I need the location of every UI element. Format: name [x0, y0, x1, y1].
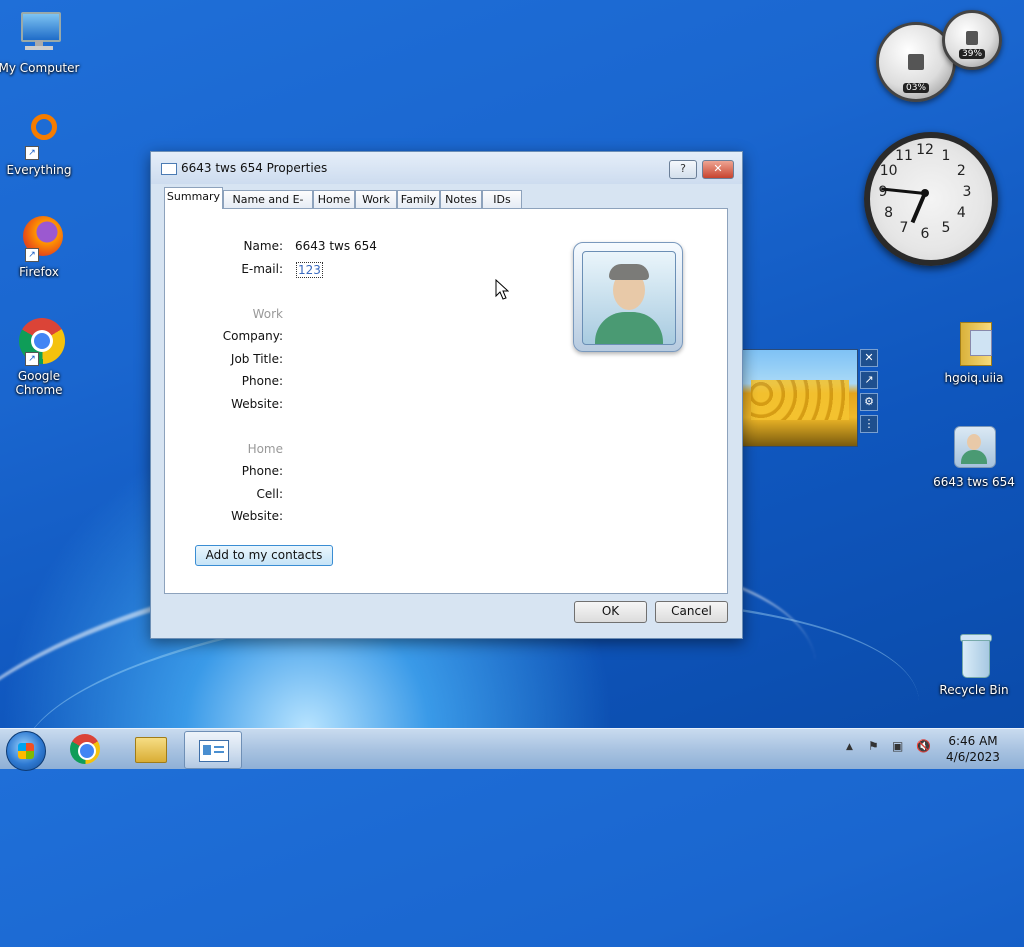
- home-phone-label: Phone:: [241, 464, 283, 478]
- memory-chip-icon: [966, 31, 978, 45]
- cpu-percent: 03%: [902, 83, 930, 93]
- taskbar-explorer[interactable]: [122, 731, 178, 767]
- desktop-icon-label: hgoiq.uiia: [944, 371, 1004, 385]
- desktop-icon-label: My Computer: [0, 61, 80, 75]
- tray-date: 4/6/2023: [946, 750, 1000, 764]
- cancel-button[interactable]: Cancel: [655, 601, 728, 623]
- dialog-title: 6643 tws 654 Properties: [181, 161, 328, 175]
- tab-ids[interactable]: IDs: [482, 190, 522, 209]
- cell-label: Cell:: [256, 487, 283, 501]
- computer-icon: [15, 10, 63, 58]
- clock-number: 8: [884, 205, 894, 221]
- desktop-icon-hgoiq-folder[interactable]: hgoiq.uiia: [931, 320, 1017, 385]
- windows-logo-icon: [18, 743, 34, 759]
- tab-work[interactable]: Work: [355, 190, 397, 209]
- help-button[interactable]: ?: [669, 160, 697, 179]
- action-center-flag-icon[interactable]: ⚑: [868, 739, 879, 753]
- desktop-icon-recycle-bin[interactable]: Recycle Bin: [931, 632, 1017, 697]
- mouse-cursor-icon: [495, 279, 509, 300]
- job-title-label: Job Title:: [230, 352, 283, 366]
- dialog-titlebar[interactable]: 6643 tws 654 Properties ? ✕: [151, 152, 742, 184]
- desktop-icon-label: Firefox: [19, 265, 59, 279]
- contact-icon: [950, 424, 998, 472]
- contact-properties-dialog: 6643 tws 654 Properties ? ✕ Summary Name…: [150, 151, 743, 639]
- clock-center: [921, 189, 929, 197]
- slideshow-photo[interactable]: [742, 349, 858, 447]
- desktop-icon-label: Google Chrome: [15, 369, 63, 397]
- tray-time: 6:46 AM: [948, 734, 998, 748]
- firefox-icon: ↗: [15, 214, 63, 262]
- chrome-icon: ↗: [15, 318, 65, 366]
- close-button[interactable]: ✕: [702, 160, 734, 179]
- taskbar-chrome[interactable]: [58, 731, 114, 767]
- memory-percent: 39%: [958, 49, 986, 59]
- email-label: E-mail:: [241, 262, 283, 276]
- show-hidden-icons-button[interactable]: ▲: [846, 742, 853, 752]
- slideshow-tools: ✕ ↗ ⚙ ⋮: [860, 349, 878, 437]
- home-heading: Home: [247, 442, 283, 456]
- cpu-chip-icon: [908, 54, 924, 70]
- desktop-icon-chrome[interactable]: ↗ Google Chrome: [0, 318, 82, 397]
- tab-home[interactable]: Home: [313, 190, 355, 209]
- folder-icon: [950, 320, 998, 368]
- company-label: Company:: [222, 329, 283, 343]
- clock-number: 6: [920, 226, 930, 242]
- shortcut-arrow-icon: ↗: [25, 248, 39, 262]
- shortcut-arrow-icon: ↗: [25, 146, 39, 160]
- shortcut-arrow-icon: ↗: [25, 352, 39, 366]
- work-phone-label: Phone:: [241, 374, 283, 388]
- ok-button[interactable]: OK: [574, 601, 647, 623]
- clock-number: 1: [941, 147, 951, 164]
- tab-name-and-email[interactable]: Name and E-mail: [223, 190, 313, 224]
- home-website-label: Website:: [231, 509, 283, 523]
- start-button[interactable]: [6, 731, 46, 771]
- clock-number: 2: [956, 163, 966, 179]
- name-label: Name:: [243, 239, 283, 253]
- contact-card-icon: [161, 163, 177, 175]
- desktop-icon-firefox[interactable]: ↗ Firefox: [0, 214, 82, 279]
- volume-muted-icon[interactable]: 🔇: [916, 739, 931, 753]
- contact-avatar[interactable]: [573, 242, 683, 352]
- work-heading: Work: [252, 307, 283, 321]
- memory-meter-gadget[interactable]: 39%: [942, 10, 1002, 70]
- clock-gadget[interactable]: 12 1 2 3 4 5 6 7 8 9 10 11: [864, 132, 998, 266]
- summary-panel: Name: 6643 tws 654 E-mail: 123 Work Comp…: [164, 208, 728, 594]
- close-icon[interactable]: ✕: [860, 349, 878, 367]
- desktop-icon-label: Everything: [6, 163, 72, 177]
- recycle-bin-icon: [950, 632, 998, 680]
- clock-number: 5: [941, 220, 951, 237]
- tab-summary[interactable]: Summary: [164, 187, 223, 209]
- clock-number: 7: [899, 220, 909, 237]
- desktop-icon-label: Recycle Bin: [939, 683, 1009, 697]
- clock-number: 10: [879, 163, 898, 179]
- wrench-icon[interactable]: ⚙: [860, 393, 878, 411]
- desktop-icon-everything[interactable]: ↗ Everything: [0, 112, 82, 177]
- clock-number: 3: [962, 184, 972, 200]
- drag-handle-icon[interactable]: ⋮: [860, 415, 878, 433]
- network-icon[interactable]: ▣: [892, 739, 903, 753]
- resize-icon[interactable]: ↗: [860, 371, 878, 389]
- clock-number: 4: [956, 205, 966, 221]
- taskbar-clock[interactable]: 6:46 AM 4/6/2023: [941, 733, 1005, 765]
- tab-family[interactable]: Family: [397, 190, 440, 209]
- clock-number: 9: [878, 184, 888, 200]
- desktop-icon-my-computer[interactable]: My Computer: [0, 10, 82, 75]
- desktop-icon-label: 6643 tws 654: [933, 475, 1015, 489]
- folder-icon: [135, 737, 167, 763]
- contact-card-icon: [199, 740, 229, 762]
- clock-number: 12: [916, 142, 934, 158]
- tab-notes[interactable]: Notes: [440, 190, 482, 209]
- everything-search-icon: ↗: [15, 112, 63, 160]
- person-icon: [582, 251, 676, 345]
- work-website-label: Website:: [231, 397, 283, 411]
- taskbar-contact-properties[interactable]: [184, 731, 242, 769]
- desktop-icon-contact[interactable]: 6643 tws 654: [931, 424, 1017, 489]
- email-link[interactable]: 123: [296, 262, 323, 278]
- taskbar: ▲ ⚑ ▣ 🔇 6:46 AM 4/6/2023: [0, 728, 1024, 771]
- name-value: 6643 tws 654: [295, 239, 377, 253]
- add-to-contacts-button[interactable]: Add to my contacts: [195, 545, 333, 566]
- clock-number: 11: [895, 147, 913, 164]
